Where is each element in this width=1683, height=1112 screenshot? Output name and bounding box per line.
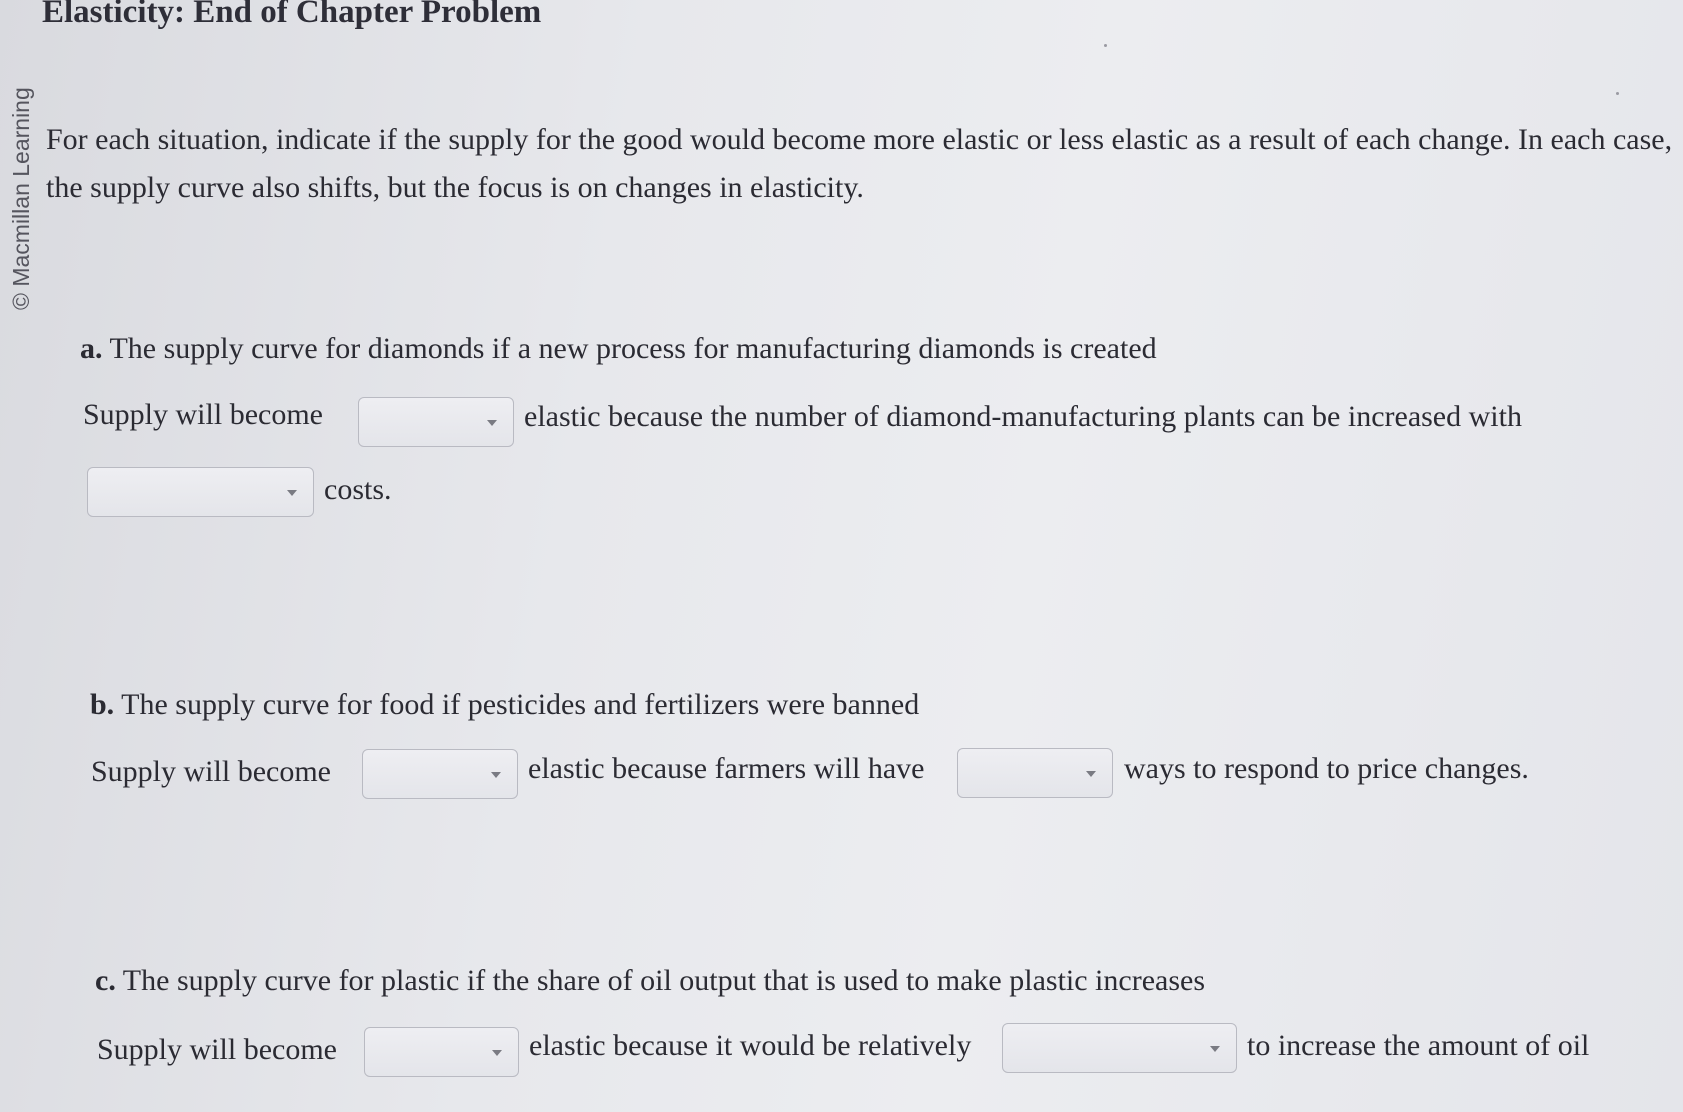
question-letter: c.	[95, 964, 116, 997]
question-text: The supply curve for food if pesticides …	[121, 688, 920, 721]
question-a-mid: elastic because the number of diamond-ma…	[524, 400, 1522, 433]
question-c-lead: Supply will become	[97, 1033, 337, 1066]
question-a-dropdown-costs[interactable]	[87, 467, 314, 517]
question-c-prompt: c. The supply curve for plastic if the s…	[95, 964, 1205, 998]
question-b-mid: elastic because farmers will have	[528, 752, 925, 785]
question-a-dropdown-elasticity[interactable]	[358, 397, 514, 447]
question-a-prompt: a. The supply curve for diamonds if a ne…	[80, 332, 1157, 366]
question-c-mid: elastic because it would be relatively	[529, 1029, 972, 1062]
question-b-tail: ways to respond to price changes.	[1124, 752, 1529, 785]
copyright-label: © Macmillan Learning	[8, 87, 34, 310]
question-text: The supply curve for plastic if the shar…	[122, 964, 1205, 997]
chevron-down-icon	[491, 772, 501, 778]
question-a-lead: Supply will become	[83, 398, 323, 431]
question-letter: b.	[90, 688, 115, 721]
question-b-prompt: b. The supply curve for food if pesticid…	[90, 688, 919, 722]
question-a-tail: costs.	[324, 473, 392, 506]
chevron-down-icon	[1086, 771, 1096, 777]
question-letter: a.	[80, 332, 103, 365]
chevron-down-icon	[487, 420, 497, 426]
question-b-dropdown-ways[interactable]	[957, 748, 1113, 798]
instructions-text: For each situation, indicate if the supp…	[46, 123, 1673, 204]
chevron-down-icon	[1210, 1046, 1220, 1052]
question-b-lead: Supply will become	[91, 755, 331, 788]
question-text: The supply curve for diamonds if a new p…	[109, 332, 1157, 365]
page-title: Elasticity: End of Chapter Problem	[42, 0, 542, 30]
chevron-down-icon	[287, 490, 297, 496]
decorative-dot	[1104, 44, 1107, 47]
question-b-dropdown-elasticity[interactable]	[362, 749, 518, 799]
question-c-tail: to increase the amount of oil	[1247, 1029, 1590, 1062]
question-c-dropdown-ease[interactable]	[1002, 1023, 1237, 1073]
decorative-dot	[1616, 92, 1619, 95]
chevron-down-icon	[492, 1050, 502, 1056]
question-c-dropdown-elasticity[interactable]	[364, 1027, 519, 1077]
